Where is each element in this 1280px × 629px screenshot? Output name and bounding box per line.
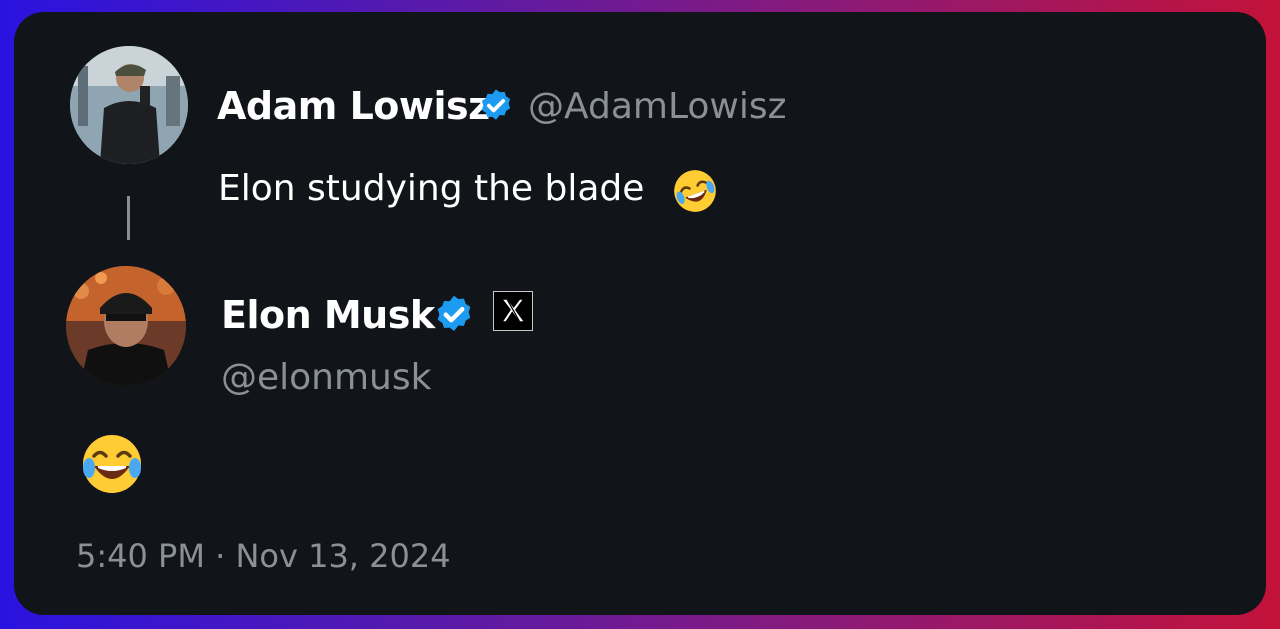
author-name[interactable]: Elon Musk — [221, 293, 435, 337]
thread-connector — [127, 196, 130, 240]
tweet-text: Elon studying the blade — [218, 168, 645, 209]
rofl-emoji-icon — [674, 170, 716, 212]
x-logo-icon[interactable] — [493, 291, 533, 331]
avatar-elon-musk[interactable] — [66, 266, 186, 386]
tweet-card: Adam Lowisz @AdamLowisz Elon studying th… — [14, 12, 1266, 615]
avatar-adam-lowisz[interactable] — [70, 46, 188, 164]
verified-badge-icon — [437, 295, 471, 331]
tears-of-joy-emoji-icon — [83, 435, 141, 493]
verified-badge-icon — [481, 89, 511, 120]
author-handle[interactable]: @elonmusk — [221, 357, 431, 398]
tweet-timestamp[interactable]: 5:40 PM · Nov 13, 2024 — [76, 537, 451, 575]
author-handle[interactable]: @AdamLowisz — [528, 86, 787, 127]
author-name[interactable]: Adam Lowisz — [217, 84, 490, 128]
